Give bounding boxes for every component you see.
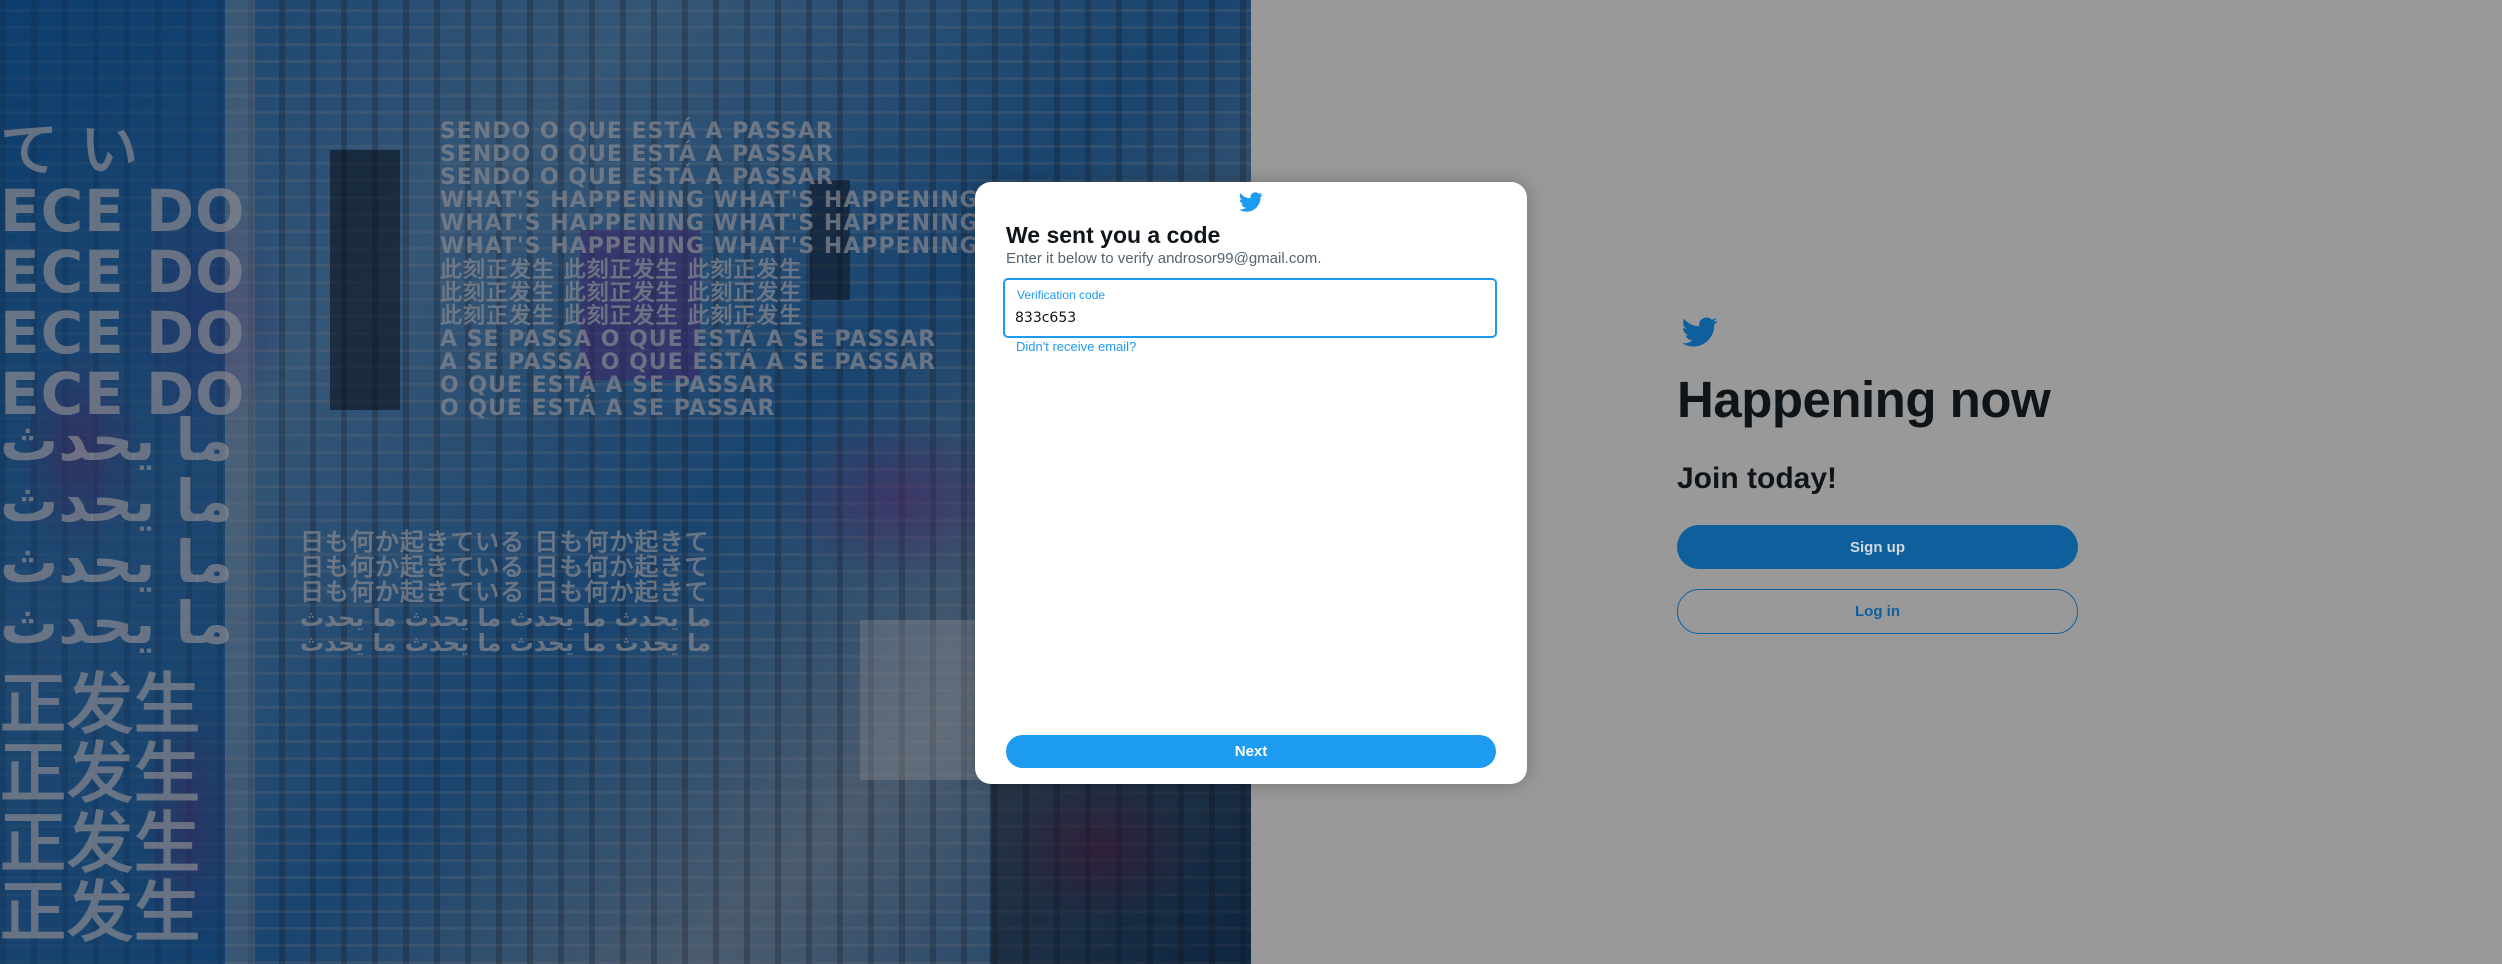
signup-button[interactable]: Sign up bbox=[1677, 525, 2078, 569]
verification-code-input[interactable] bbox=[1015, 306, 1485, 330]
verification-code-label: Verification code bbox=[1017, 288, 1106, 302]
twitter-bird-icon bbox=[1239, 192, 1263, 212]
dialog-title: We sent you a code bbox=[1006, 222, 1221, 248]
next-button[interactable]: Next bbox=[1006, 735, 1496, 768]
twitter-bird-icon bbox=[1682, 317, 1718, 347]
join-heading: Join today! bbox=[1677, 462, 1838, 495]
verification-dialog: We sent you a code Enter it below to ver… bbox=[975, 182, 1527, 784]
login-button[interactable]: Log in bbox=[1677, 589, 2078, 634]
verification-code-field[interactable]: Verification code bbox=[1003, 278, 1497, 338]
resend-email-link[interactable]: Didn't receive email? bbox=[1016, 339, 1136, 354]
dialog-subtitle: Enter it below to verify androsor99@gmai… bbox=[1006, 250, 1322, 267]
landing-headline: Happening now bbox=[1677, 371, 2051, 428]
